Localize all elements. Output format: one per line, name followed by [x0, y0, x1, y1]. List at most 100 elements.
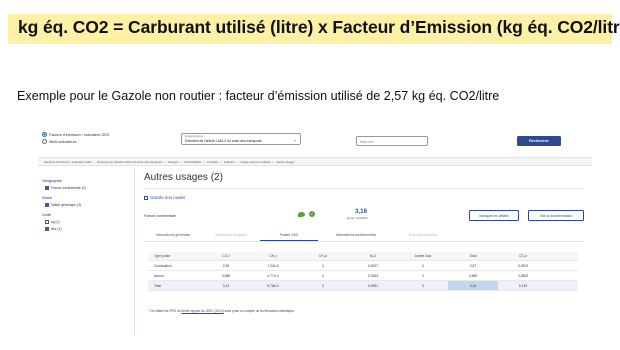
search-placeholder: Mots-clés	[360, 139, 374, 144]
radio-label: Facteur d'émission / indicateur GES	[49, 132, 110, 137]
footnote-prefix: * On utilise les PRG du	[148, 309, 182, 313]
base-carbone-screenshot: Facteur d'émission / indicateur GES Mult…	[38, 130, 592, 335]
select-caption: Réglementation	[185, 134, 204, 138]
table-cell: 2,57	[469, 263, 477, 268]
table-cell: 0,0183	[367, 273, 379, 278]
table-cell: 3,12	[222, 283, 230, 288]
table-cell: 7,02e-5	[267, 263, 279, 268]
ghg-table: Type poste CO₂f CH₄f CH₄b N₂O Autres Gaz…	[148, 252, 578, 291]
breadcrumb: Facteurs d'émission / indicateur GES › Do…	[38, 157, 592, 166]
factor-name-link[interactable]: Gazole non routier	[144, 195, 185, 200]
table-cell: 0	[322, 273, 324, 278]
table-cell: 0,0391	[367, 283, 379, 288]
indicator-type-radios: Facteur d'émission / indicateur GES Mult…	[42, 132, 109, 146]
filter-label: kg (1)	[51, 220, 60, 224]
table-cell: 0	[422, 263, 424, 268]
breadcrumb-item[interactable]: Usage sources mobiles	[240, 160, 270, 164]
tabs-divider	[144, 241, 584, 242]
select-value: Données de l'article L165-2 du code des …	[185, 139, 262, 143]
breadcrumb-item[interactable]: Energie	[168, 160, 178, 164]
checkbox-checked-icon[interactable]	[45, 203, 49, 207]
leaf-icon	[298, 212, 305, 217]
filters-sidebar: Géographie France continentale (2) Statu…	[42, 173, 132, 234]
factor-name: Gazole non routier	[150, 195, 186, 200]
col-header: CH₄f	[269, 254, 277, 258]
regulation-select[interactable]: Réglementation Données de l'article L165…	[181, 133, 301, 145]
breadcrumb-item: Autres usages	[276, 160, 295, 164]
table-cell: Amont	[154, 273, 164, 278]
table-cell: 5,78e-3	[267, 283, 279, 288]
hide-details-button[interactable]: Masquer les détails	[469, 210, 519, 221]
col-header: Autres Gaz	[414, 254, 432, 258]
table-cell: 0,0207	[367, 263, 379, 268]
col-header: N₂O	[369, 254, 377, 258]
radio-label: Multi-indicateurs	[49, 139, 77, 144]
detail-tabs: Informations générales Indicateurs d'imp…	[144, 231, 584, 241]
table-cell: Total	[154, 283, 161, 288]
filter-title-geography: Géographie	[42, 179, 62, 183]
checkbox-checked-icon[interactable]	[45, 186, 49, 190]
filter-geo-france[interactable]: France continentale (2)	[45, 186, 132, 190]
radio-empty-icon[interactable]	[42, 139, 47, 144]
table-cell: 0,589	[468, 273, 478, 278]
chevron-down-icon: ⌄	[293, 137, 297, 142]
breadcrumb-item[interactable]: Combustibles	[184, 160, 202, 164]
table-cell: 0,0923	[517, 263, 529, 268]
col-header: CO₂b	[518, 254, 528, 258]
search-button[interactable]: Rechercher	[517, 136, 561, 146]
radio-option-multi[interactable]: Multi-indicateurs	[42, 139, 109, 144]
table-row: Amont 0,586 4,77e-3 0 0,0183 0 0,589 0,0…	[148, 271, 578, 281]
footnote-suffix: sans prise en compte de la rétroaction c…	[223, 309, 295, 313]
col-header: Total	[469, 254, 477, 258]
formula-heading: kg éq. CO2 = Carburant utilisé (litre) x…	[18, 17, 620, 37]
filter-label: Validé générique (2)	[51, 203, 82, 207]
ipcc-report-link[interactable]: 5ème rapport du GIEC (2013)	[181, 309, 223, 313]
table-cell: 0,586	[221, 273, 231, 278]
table-total-row: Total 3,12 5,78e-3 0 0,0391 0 3,16 0,143	[148, 281, 578, 291]
filter-unit-litre[interactable]: litre (1)	[45, 227, 132, 231]
view-documentation-button[interactable]: Voir la documentation	[528, 210, 584, 221]
validated-check-icon: ✓	[309, 211, 315, 217]
breadcrumb-item[interactable]: Facteurs d'émission / indicateur GES	[44, 160, 91, 164]
table-cell: 4,77e-3	[267, 273, 279, 278]
radio-option-ghg[interactable]: Facteur d'émission / indicateur GES	[42, 132, 109, 137]
breadcrumb-item[interactable]: Données de l'article L165-2 du code des …	[97, 160, 162, 164]
filter-label: litre (1)	[51, 227, 62, 231]
col-header: CO₂f	[222, 254, 230, 258]
filter-title-unit: Unité	[42, 213, 51, 217]
tab-general-info[interactable]: Informations générales	[144, 231, 202, 241]
factor-unit: kg éq. CO2/litre	[347, 216, 368, 220]
table-cell-total-highlight: 3,16	[448, 281, 498, 290]
region-label: France continentale	[144, 214, 176, 218]
table-cell: 2,55	[222, 263, 230, 268]
breadcrumb-item[interactable]: Fossiles	[207, 160, 218, 164]
divider	[144, 188, 584, 189]
factor-value: 3,16	[355, 208, 368, 215]
tab-additional-info[interactable]: Informations additionnelles	[318, 231, 394, 241]
example-text: Exemple pour le Gazole non routier : fac…	[17, 89, 500, 103]
table-cell: Combustion	[154, 263, 172, 268]
col-header: Type poste	[154, 254, 171, 258]
table-footnote: * On utilise les PRG du 5ème rapport du …	[148, 309, 295, 313]
fuel-icon	[144, 195, 148, 200]
col-header: CH₄b	[319, 254, 327, 258]
filter-unit-kg[interactable]: kg (1)	[45, 220, 132, 224]
page-title: Autres usages (2)	[144, 172, 223, 183]
radio-selected-icon[interactable]	[42, 132, 47, 137]
filter-status-valid[interactable]: Validé générique (2)	[45, 203, 132, 207]
tab-impact-indicators[interactable]: Indicateurs d'impacts	[202, 231, 260, 241]
filter-title-status: Statut	[42, 196, 52, 200]
table-cell: 0	[422, 283, 424, 288]
filter-label: France continentale (2)	[51, 186, 86, 190]
table-cell: 0	[422, 273, 424, 278]
breadcrumb-item[interactable]: Liquides	[224, 160, 235, 164]
tab-more-info[interactable]: Plus d'informations	[394, 231, 452, 241]
table-cell: 0	[322, 263, 324, 268]
tab-ghg-items[interactable]: Postes GES	[260, 231, 318, 241]
table-cell: 0,0505	[517, 273, 529, 278]
checkbox-checked-icon[interactable]	[45, 227, 49, 231]
sidebar-divider	[134, 168, 135, 335]
table-row: Combustion 2,55 7,02e-5 0 0,0207 0 2,57 …	[148, 261, 578, 271]
keyword-search-input[interactable]: Mots-clés	[356, 136, 428, 146]
checkbox-empty-icon[interactable]	[45, 220, 49, 224]
